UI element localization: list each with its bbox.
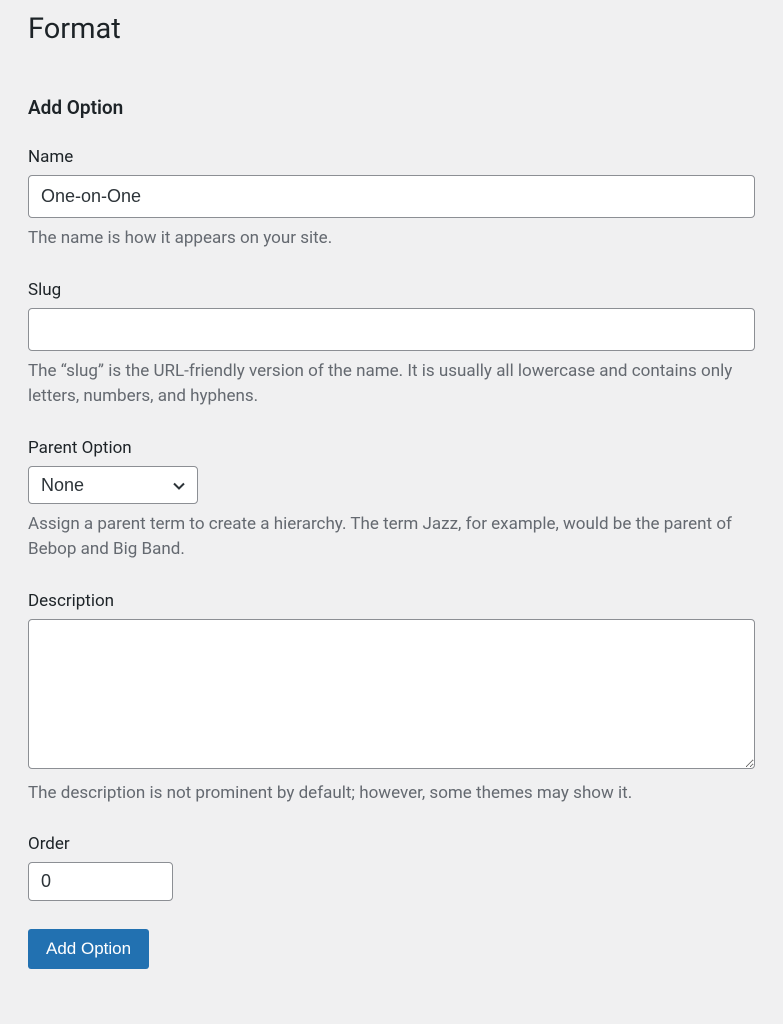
page-title: Format [28,12,755,46]
parent-field-group: Parent Option None Assign a parent term … [28,438,755,563]
parent-select[interactable]: None [28,466,198,504]
slug-help-text: The “slug” is the URL-friendly version o… [28,359,755,410]
description-textarea[interactable] [28,619,755,769]
add-option-button[interactable]: Add Option [28,929,149,969]
section-title: Add Option [28,96,755,119]
parent-label: Parent Option [28,438,755,458]
order-input[interactable] [28,862,173,901]
parent-select-wrapper: None [28,466,198,504]
name-input[interactable] [28,175,755,218]
name-label: Name [28,147,755,167]
description-help-text: The description is not prominent by defa… [28,781,755,807]
slug-label: Slug [28,280,755,300]
slug-field-group: Slug The “slug” is the URL-friendly vers… [28,280,755,410]
name-field-group: Name The name is how it appears on your … [28,147,755,252]
name-help-text: The name is how it appears on your site. [28,226,755,252]
parent-help-text: Assign a parent term to create a hierarc… [28,512,755,563]
description-field-group: Description The description is not promi… [28,591,755,807]
order-field-group: Order [28,834,755,901]
slug-input[interactable] [28,308,755,351]
description-label: Description [28,591,755,611]
order-label: Order [28,834,755,854]
